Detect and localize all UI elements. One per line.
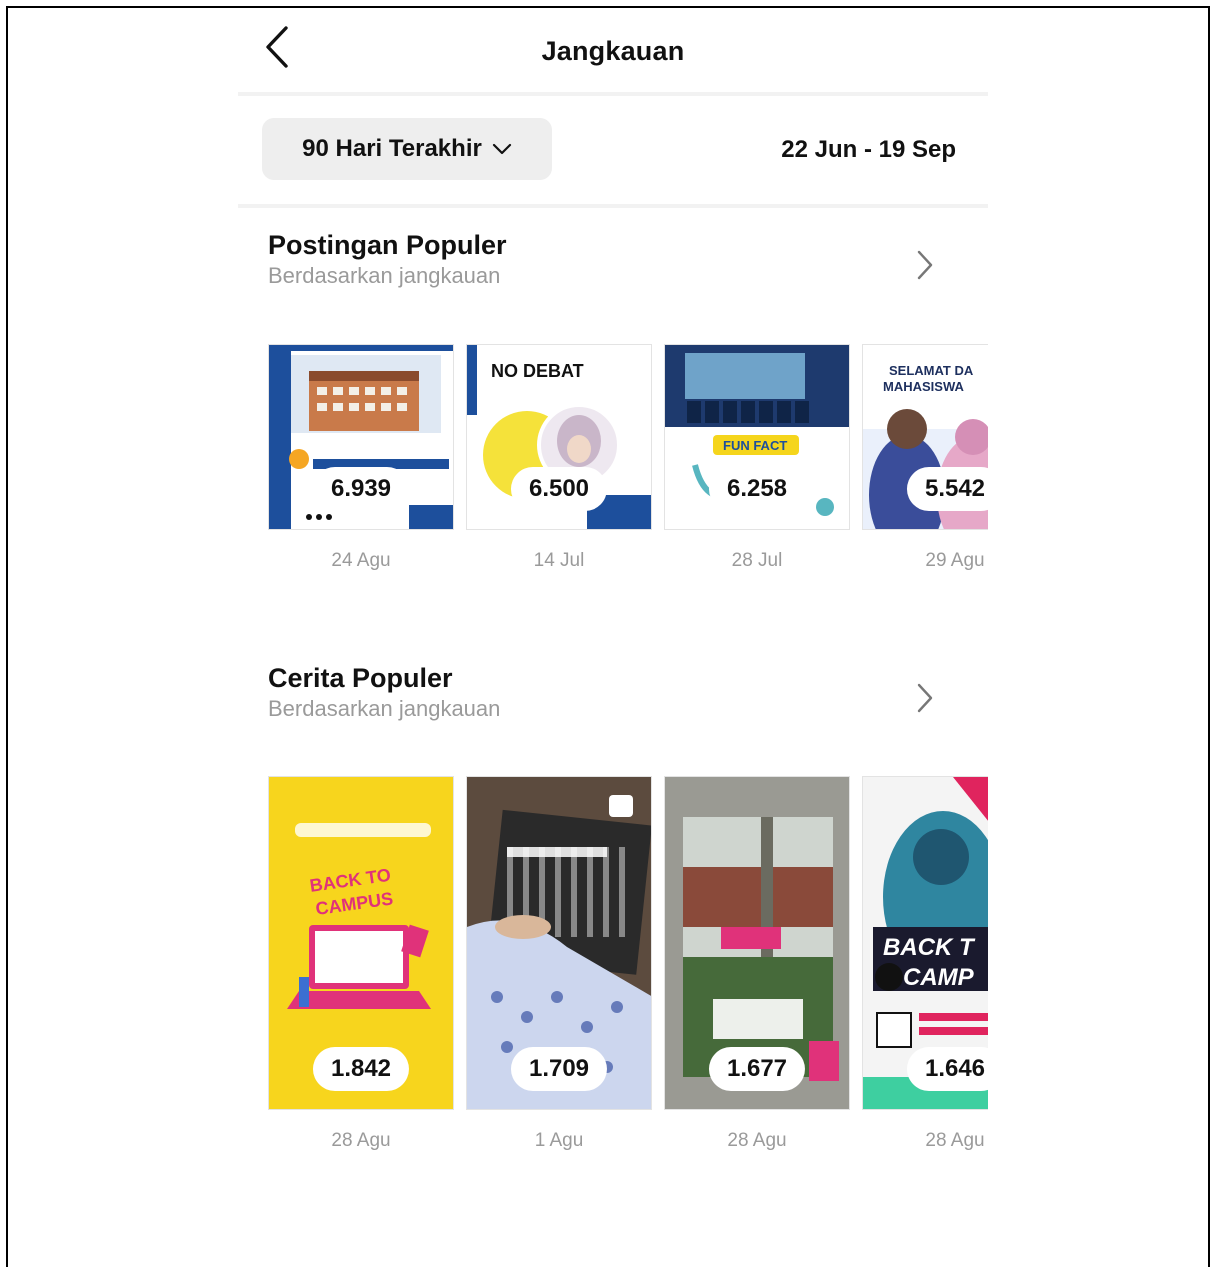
reach-value: 5.542 bbox=[906, 467, 988, 511]
post-thumbnail: SELAMAT DA MAHASISWA 5.542 bbox=[862, 344, 988, 530]
post-tile[interactable]: SELAMAT DA MAHASISWA 5.542 29 Agu bbox=[862, 344, 988, 572]
period-label: 90 Hari Terakhir bbox=[302, 135, 482, 162]
page-title: Jangkauan bbox=[541, 36, 685, 66]
chevron-right-icon bbox=[917, 250, 933, 280]
reach-value: 6.500 bbox=[510, 467, 608, 511]
popular-posts-row: 6.939 24 Agu NO DEBAT 6.500 14 Jul FUN F… bbox=[268, 344, 988, 572]
section-subtitle: Berdasarkan jangkauan bbox=[268, 263, 501, 288]
story-date: 1 Agu bbox=[534, 1130, 584, 1151]
period-dropdown[interactable]: 90 Hari Terakhir bbox=[262, 118, 552, 180]
section-title: Cerita Populer bbox=[268, 663, 453, 693]
reach-screen: Jangkauan 90 Hari Terakhir 22 Jun - 19 S… bbox=[238, 8, 988, 1267]
reach-value: 1.709 bbox=[510, 1047, 608, 1091]
story-tile[interactable]: BACK T CAMP 1.646 28 Agu bbox=[862, 776, 988, 1152]
story-thumbnail: BACK TO CAMPUS 1.842 bbox=[268, 776, 454, 1110]
popular-stories-header[interactable]: Cerita Populer Berdasarkan jangkauan bbox=[268, 663, 958, 735]
post-date: 28 Jul bbox=[731, 550, 783, 571]
reach-value: 1.646 bbox=[906, 1047, 988, 1091]
story-thumbnail: BACK T CAMP 1.646 bbox=[862, 776, 988, 1110]
post-thumbnail: 6.939 bbox=[268, 344, 454, 530]
section-title: Postingan Populer bbox=[268, 230, 507, 260]
post-thumbnail: NO DEBAT 6.500 bbox=[466, 344, 652, 530]
date-range: 22 Jun - 19 Sep bbox=[781, 136, 956, 163]
reach-value: 1.842 bbox=[312, 1047, 410, 1091]
reach-value: 6.258 bbox=[708, 467, 806, 511]
reach-value: 1.677 bbox=[708, 1047, 806, 1091]
post-date: 24 Agu bbox=[331, 550, 391, 571]
story-date: 28 Agu bbox=[331, 1130, 391, 1151]
story-tile[interactable]: 1.677 28 Agu bbox=[664, 776, 850, 1152]
story-date: 28 Agu bbox=[925, 1130, 985, 1151]
svg-text:BACK T: BACK T bbox=[883, 934, 976, 961]
story-tile[interactable]: BACK TO CAMPUS 1.842 28 Agu bbox=[268, 776, 454, 1152]
post-date: 14 Jul bbox=[533, 550, 585, 571]
divider bbox=[238, 204, 988, 208]
story-thumbnail: 1.677 bbox=[664, 776, 850, 1110]
reach-value: 6.939 bbox=[312, 467, 410, 511]
popular-stories-row: BACK TO CAMPUS 1.842 28 Agu 1.709 1 Agu … bbox=[268, 776, 988, 1152]
top-bar: Jangkauan bbox=[238, 8, 988, 96]
chevron-right-icon bbox=[917, 683, 933, 713]
section-subtitle: Berdasarkan jangkauan bbox=[268, 696, 501, 721]
svg-text:MAHASISWA: MAHASISWA bbox=[883, 379, 965, 394]
post-tile[interactable]: NO DEBAT 6.500 14 Jul bbox=[466, 344, 652, 572]
story-date: 28 Agu bbox=[727, 1130, 787, 1151]
svg-text:NO DEBAT: NO DEBAT bbox=[491, 361, 584, 381]
post-thumbnail: FUN FACT 6.258 bbox=[664, 344, 850, 530]
chevron-down-icon bbox=[492, 143, 511, 155]
post-tile[interactable]: FUN FACT 6.258 28 Jul bbox=[664, 344, 850, 572]
svg-text:SELAMAT DA: SELAMAT DA bbox=[889, 363, 974, 378]
post-tile[interactable]: 6.939 24 Agu bbox=[268, 344, 454, 572]
popular-posts-header[interactable]: Postingan Populer Berdasarkan jangkauan bbox=[268, 230, 958, 302]
post-date: 29 Agu bbox=[925, 550, 985, 571]
svg-text:CAMP: CAMP bbox=[903, 964, 975, 991]
story-tile[interactable]: 1.709 1 Agu bbox=[466, 776, 652, 1152]
story-thumbnail: 1.709 bbox=[466, 776, 652, 1110]
svg-text:FUN FACT: FUN FACT bbox=[723, 438, 787, 453]
